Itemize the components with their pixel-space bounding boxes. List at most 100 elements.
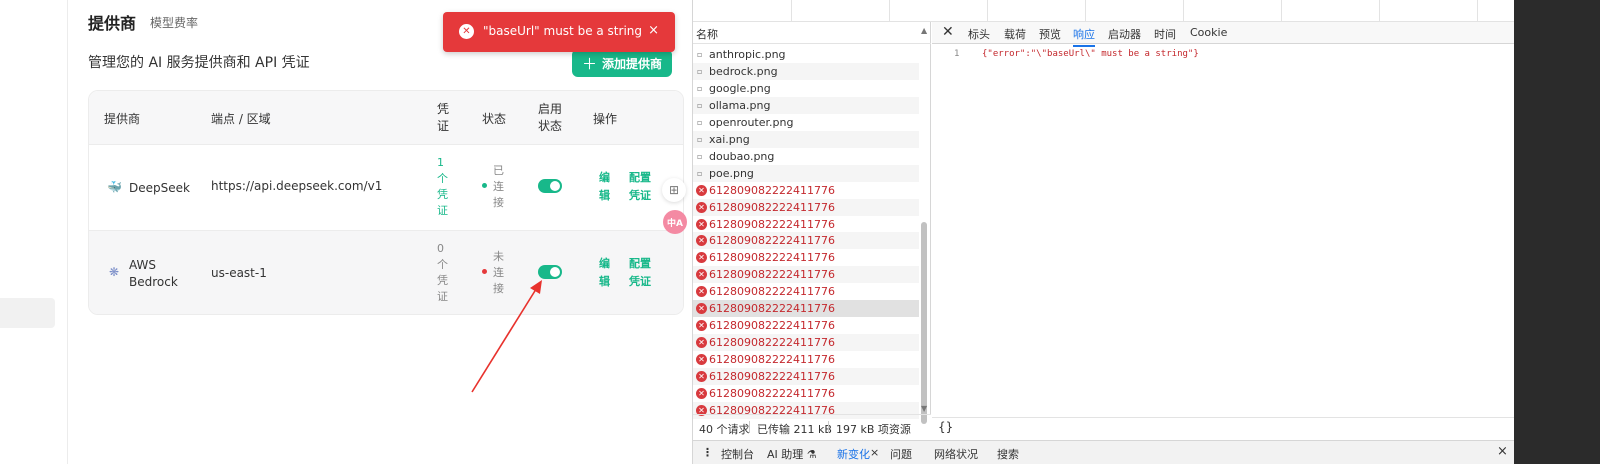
page-description: 管理您的 AI 服务提供商和 API 凭证 [88,55,310,71]
close-icon[interactable]: ✕ [942,24,954,40]
request-row[interactable]: ✕ 612809082222411776 [693,351,919,368]
resources-size: 197 kB 项资源 [836,423,911,436]
request-row[interactable]: ✕ 612809082222411776 [693,385,919,402]
scroll-down-icon[interactable]: ▼ [921,404,927,413]
providers-table: 提供商 端点 / 区域 凭证 状态 启用状态 操作 🐳 DeepSeek htt… [88,90,684,315]
request-row[interactable]: ▫ doubao.png [693,148,919,165]
error-icon: ✕ [696,201,707,213]
tab-timing[interactable]: 时间 [1154,26,1176,42]
drawer-tab-ai-assistant[interactable]: AI 助理 ⚗ [767,446,817,462]
tab-model-rates[interactable]: 模型费率 [150,14,198,31]
request-count: 40 个请求 [699,423,750,436]
request-row[interactable]: ✕ 612809082222411776 [693,266,919,284]
tab-payload[interactable]: 载荷 [1004,26,1026,42]
col-actions: 操作 [593,112,618,126]
column-name-header[interactable]: 名称 [693,22,931,44]
pretty-print-button[interactable]: {} [932,417,1516,435]
network-status-bar: 40 个请求 已传输 211 kB 197 kB 项资源 [693,414,931,438]
waterfall-overview [693,0,1542,22]
error-icon: ✕ [696,337,707,349]
provider-name: DeepSeek [129,181,190,195]
request-row[interactable]: ▫ poe.png [693,164,919,182]
edit-link[interactable]: 编辑 [599,255,613,291]
tab-headers[interactable]: 标头 [968,26,990,42]
translate-icon[interactable]: 中A [663,210,687,234]
credential-count[interactable]: 1个凭证 [437,155,451,219]
sidebar-active-item[interactable] [0,298,55,328]
request-name: 612809082222411776 [709,319,835,333]
col-enabled: 启用状态 [538,102,563,133]
request-row[interactable]: ▫ anthropic.png [693,46,919,63]
image-file-icon: ▫ [697,100,703,110]
toast-close-button[interactable]: × [648,23,659,38]
drawer-tab-whats-new[interactable]: 新变化 [837,446,870,462]
request-row[interactable]: ✕ 612809082222411776 [693,334,919,352]
tab-response[interactable]: 响应 [1073,26,1095,47]
line-number: 1 [954,49,960,59]
request-row[interactable]: ✕ 612809082222411776 [693,283,919,300]
drawer-tab-close-icon[interactable]: × [870,446,879,459]
drawer-tab-search[interactable]: 搜索 [997,446,1019,462]
request-row[interactable]: ▫ openrouter.png [693,114,919,131]
add-provider-label: 添加提供商 [602,56,663,71]
transferred-size: 已传输 211 kB [757,423,832,436]
col-status: 状态 [482,112,507,126]
request-name: 612809082222411776 [709,268,835,282]
image-file-icon: ▫ [697,151,703,161]
request-row[interactable]: ▫ google.png [693,80,919,97]
request-row[interactable]: ▫ ollama.png [693,96,919,114]
scroll-up-icon[interactable]: ▲ [921,26,927,35]
error-toast: ✕ "baseUrl" must be a string × [443,12,675,52]
request-row[interactable]: ✕ 612809082222411776 [693,198,919,216]
credential-count[interactable]: 0个凭证 [437,241,451,305]
request-row[interactable]: ▫ bedrock.png [693,62,919,80]
annotation-arrow [471,280,542,393]
tab-initiator[interactable]: 启动器 [1108,26,1141,42]
drawer-tab-console[interactable]: 控制台 [721,446,754,462]
error-icon: ✕ [459,24,474,39]
request-row[interactable]: ✕ 612809082222411776 [693,317,919,334]
enable-toggle[interactable] [538,179,562,193]
edit-link[interactable]: 编辑 [599,169,613,205]
table-row: ❋ AWS Bedrock us-east-1 0个凭证 未连接 编辑 配置凭证 [89,231,683,314]
request-name: 612809082222411776 [709,336,835,350]
drawer-tab-issues[interactable]: 问题 [890,446,912,462]
request-name: google.png [709,81,771,95]
request-name: openrouter.png [709,115,794,129]
deepseek-whale-icon: 🐳 [107,180,122,194]
error-icon: ✕ [696,371,707,383]
request-name: doubao.png [709,149,775,163]
error-icon: ✕ [696,184,707,196]
image-file-icon: ▫ [697,168,703,178]
detail-tabs: ✕ 标头 载荷 预览 响应 启动器 时间 Cookie [932,22,1516,47]
request-row[interactable]: ✕ 612809082222411776 [693,249,919,266]
error-icon: ✕ [696,218,707,230]
drawer-tab-network-conditions[interactable]: 网络状况 [934,446,978,462]
apps-grid-icon[interactable]: ⊞ [662,178,686,202]
request-name: 612809082222411776 [709,200,835,214]
request-row[interactable]: ▫ xai.png [693,130,919,148]
request-name: 612809082222411776 [709,302,835,316]
configure-credentials-link[interactable]: 配置凭证 [629,255,655,291]
drawer-close-button[interactable]: × [1497,444,1508,459]
scrollbar-thumb[interactable] [921,222,927,424]
tab-cookie[interactable]: Cookie [1190,26,1227,39]
endpoint: https://api.deepseek.com/v1 [211,179,383,193]
error-icon: ✕ [696,235,707,247]
request-row[interactable]: ✕ 612809082222411776 [693,182,919,199]
configure-credentials-link[interactable]: 配置凭证 [629,169,655,205]
request-row[interactable]: ✕ 612809082222411776 [693,216,919,233]
add-provider-button[interactable]: ＋ 添加提供商 [572,49,672,77]
tab-preview[interactable]: 预览 [1039,26,1061,42]
error-icon: ✕ [696,303,707,315]
more-menu-icon[interactable]: ⋮ [702,446,713,459]
request-row[interactable]: ✕ 612809082222411776 [693,368,919,386]
request-row[interactable]: ✕ 612809082222411776 [693,300,919,318]
image-file-icon: ▫ [697,134,703,144]
request-name: anthropic.png [709,48,786,61]
col-provider: 提供商 [104,112,141,126]
scrollbar[interactable]: ▲ ▼ [919,26,929,424]
request-detail: ✕ 标头 载荷 预览 响应 启动器 时间 Cookie 1 {"error":"… [932,22,1516,434]
error-icon: ✕ [696,354,707,366]
request-row[interactable]: ✕ 612809082222411776 [693,232,919,250]
